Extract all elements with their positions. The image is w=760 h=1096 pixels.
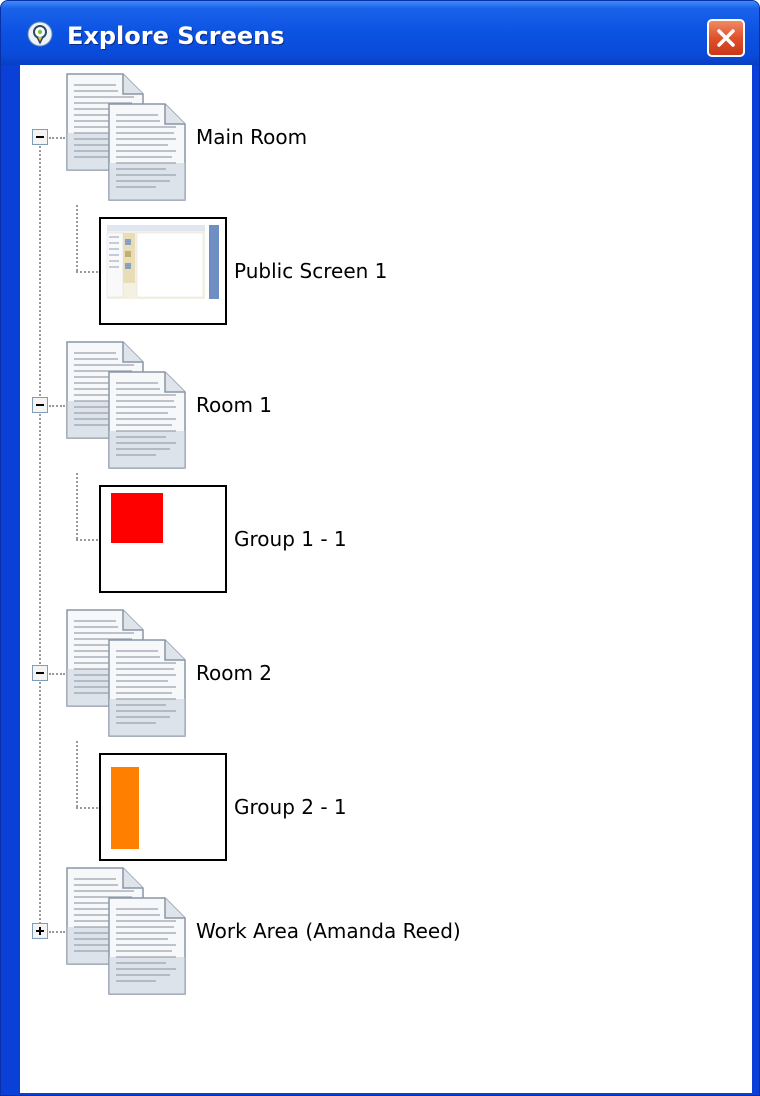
- collapse-toggle-room-1[interactable]: [32, 397, 48, 413]
- tree-child-line: [76, 473, 78, 539]
- collapse-toggle-room-2[interactable]: [32, 665, 48, 681]
- document-stack-icon[interactable]: [64, 341, 188, 469]
- tree-item-work-area[interactable]: Work Area (Amanda Reed): [196, 919, 461, 943]
- tree-connector: [49, 405, 65, 407]
- tree-item-public-screen-1[interactable]: Public Screen 1: [234, 259, 387, 283]
- document-stack-icon[interactable]: [64, 609, 188, 737]
- window-title: Explore Screens: [67, 22, 285, 50]
- tree-connector: [76, 271, 98, 273]
- document-stack-icon[interactable]: [64, 73, 188, 201]
- tree-item-main-room[interactable]: Main Room: [196, 125, 307, 149]
- tree-connector: [76, 539, 98, 541]
- minus-icon: [36, 136, 44, 138]
- tree-child-line: [76, 741, 78, 807]
- tree-connector: [49, 673, 65, 675]
- orange-bar-thumbnail: [111, 767, 139, 849]
- close-icon: [717, 29, 735, 47]
- tree-item-group-1-1[interactable]: Group 1 - 1: [234, 527, 347, 551]
- app-lightbulb-icon: [27, 21, 53, 47]
- screen-thumbnail-public-screen-1[interactable]: [99, 217, 227, 325]
- expand-toggle-work-area[interactable]: [32, 923, 48, 939]
- app-screenshot-thumbnail: [101, 219, 225, 323]
- tree-item-room-2[interactable]: Room 2: [196, 661, 272, 685]
- tree-connector: [49, 931, 65, 933]
- minus-icon: [36, 672, 44, 674]
- explore-screens-window: Explore Screens Main Room Public Screen …: [0, 0, 760, 1096]
- tree-connector: [49, 137, 65, 139]
- screen-thumbnail-group-2-1[interactable]: [99, 753, 227, 861]
- title-bar[interactable]: Explore Screens: [1, 1, 759, 65]
- tree-item-room-1[interactable]: Room 1: [196, 393, 272, 417]
- red-square-thumbnail: [111, 493, 163, 543]
- tree-child-line: [76, 205, 78, 271]
- screens-tree: Main Room Public Screen 1 Room 1 Group 1…: [20, 65, 752, 1093]
- tree-root-line: [39, 143, 41, 931]
- tree-connector: [76, 807, 98, 809]
- document-stack-icon[interactable]: [64, 867, 188, 995]
- minus-icon: [36, 404, 44, 406]
- collapse-toggle-main-room[interactable]: [32, 129, 48, 145]
- close-button[interactable]: [707, 19, 745, 57]
- screen-thumbnail-group-1-1[interactable]: [99, 485, 227, 593]
- tree-item-group-2-1[interactable]: Group 2 - 1: [234, 795, 347, 819]
- plus-icon: [36, 927, 44, 935]
